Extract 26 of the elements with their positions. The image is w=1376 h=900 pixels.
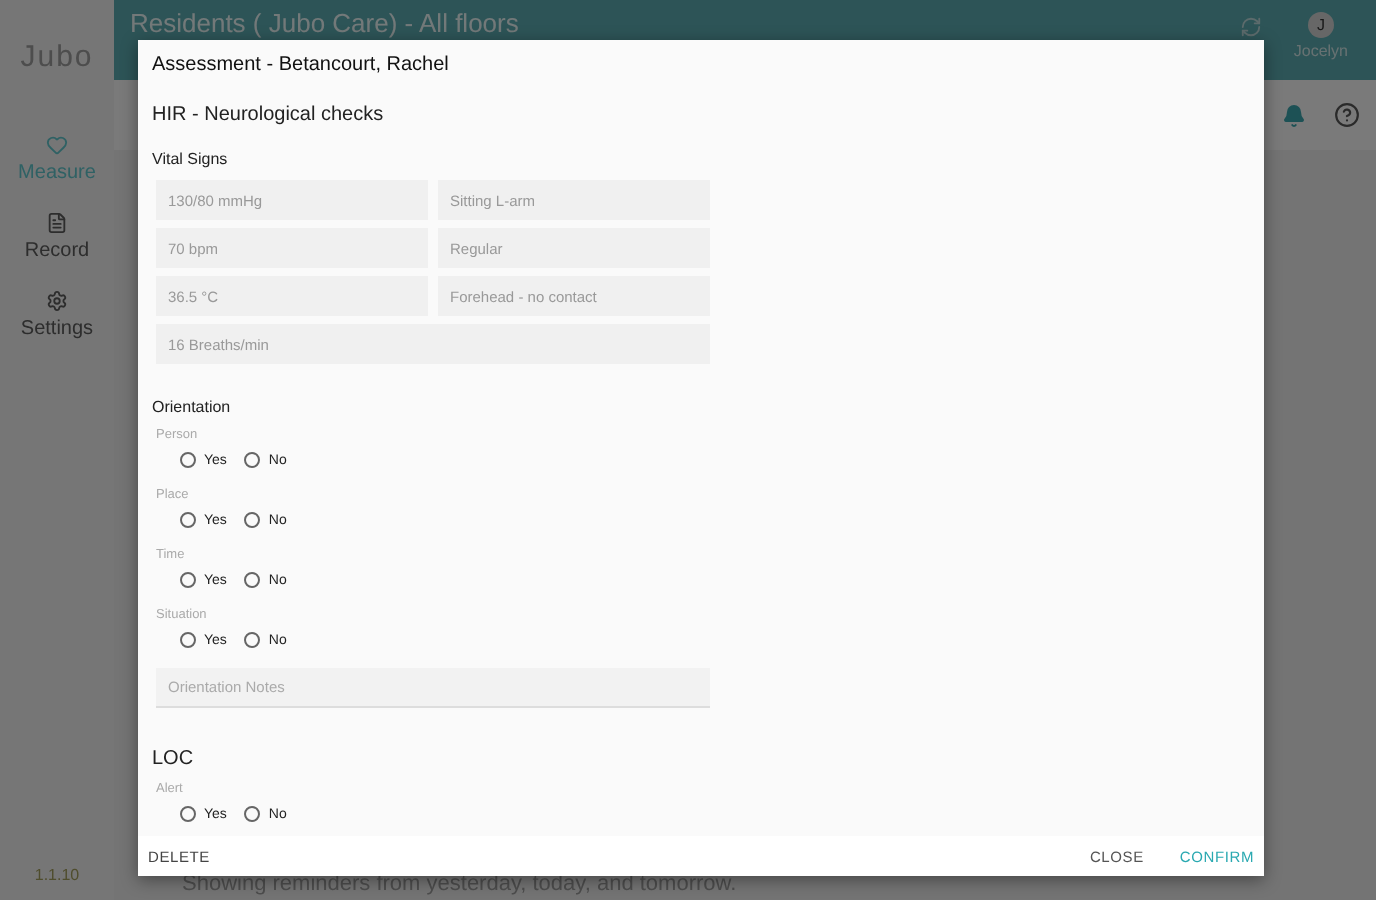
section-heading: Vital Signs	[152, 150, 230, 168]
nav-item[interactable]: Measure	[18, 134, 96, 184]
radio-button[interactable]	[180, 572, 196, 588]
nav-item[interactable]: Record	[24, 212, 90, 262]
dialog-title: Assessment - Betancourt, Rachel	[152, 54, 451, 76]
document-icon	[46, 212, 68, 234]
user-name: Jocelyn	[1293, 42, 1348, 60]
heart-icon	[46, 134, 68, 156]
nav-item[interactable]: Settings	[20, 290, 94, 340]
radio-button[interactable]	[244, 452, 261, 468]
radio-button[interactable]	[244, 572, 261, 588]
radio-button[interactable]	[244, 512, 261, 528]
settings-icon	[45, 290, 68, 312]
radio-button[interactable]	[180, 512, 196, 528]
section-heading: LOC	[152, 748, 196, 770]
version-label: 1.1.10	[34, 866, 80, 884]
page-title: Residents ( Jubo Care) - All floors	[130, 6, 521, 38]
help-icon[interactable]	[1334, 102, 1360, 128]
radio-button[interactable]	[180, 452, 196, 468]
radio-button[interactable]	[180, 806, 196, 822]
dialog-subtitle: HIR - Neurological checks	[152, 104, 386, 126]
radio-button[interactable]	[180, 632, 196, 648]
user-avatar[interactable]: J	[1307, 12, 1334, 38]
radio-button[interactable]	[244, 806, 261, 822]
section-heading: Orientation	[152, 398, 233, 416]
radio-button[interactable]	[244, 632, 261, 648]
